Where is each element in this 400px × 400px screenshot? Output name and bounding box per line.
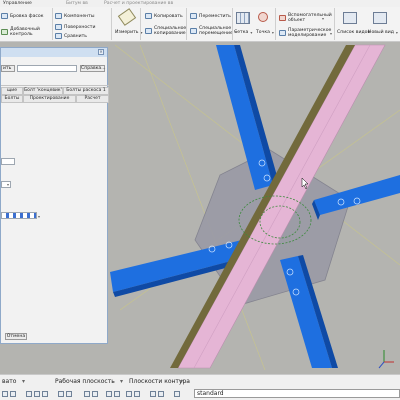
special-move-button[interactable]: Специальное перемещение ▾ — [190, 26, 237, 36]
snap-point-icon[interactable] — [26, 391, 32, 397]
chevron-down-icon[interactable]: ▾ — [120, 378, 123, 385]
tab-bolts[interactable]: Болты — [1, 95, 23, 103]
tab-brace-bolts[interactable]: Болты раскоса 1 — [63, 87, 109, 95]
ribbon-separator — [334, 8, 335, 40]
chamfer-icon — [1, 13, 8, 19]
snap-point-icon[interactable] — [174, 391, 180, 397]
grid-icon — [236, 12, 250, 24]
status-bar: вато ▾ Рабочая плоскость ▾ Плоскости кон… — [0, 374, 400, 400]
copy-button[interactable]: Копировать — [145, 13, 183, 19]
snap-point-icon[interactable] — [42, 391, 48, 397]
apply-button[interactable]: ить — [1, 65, 15, 72]
snap-point-icon[interactable] — [66, 391, 72, 397]
tab-calculation[interactable]: Расчет — [76, 95, 109, 103]
snap-point-icon[interactable] — [126, 391, 132, 397]
snap-mode-label: вато — [2, 378, 17, 385]
tab-design[interactable]: Проектирование — [23, 95, 76, 103]
chevron-down-icon[interactable]: ▾ — [180, 378, 183, 385]
close-icon[interactable]: ✕ — [98, 49, 104, 55]
chevron-down-icon: ▾ — [6, 182, 9, 187]
connection-dialog: ✕ ить Справка... щие Болт 'концевик' Бол… — [0, 47, 109, 344]
snap-toggle-icon[interactable] — [10, 391, 16, 397]
helper-object-button[interactable]: Вспомогательный объект ▾ — [279, 13, 332, 23]
ruler-icon — [117, 8, 137, 26]
compare-icon — [55, 33, 62, 39]
new-view-button[interactable]: Новый вид ▾ — [368, 30, 398, 35]
ribbon-separator — [186, 8, 187, 40]
tab-bitum[interactable]: Битум вв — [66, 1, 88, 6]
point-icon — [258, 12, 268, 22]
chevron-down-icon: ▾ — [395, 30, 398, 35]
ribbon-separator — [232, 8, 233, 40]
view-list-icon — [343, 12, 357, 24]
profile-combo[interactable]: standard — [194, 389, 400, 398]
snap-point-icon[interactable] — [150, 391, 156, 397]
snap-point-icon[interactable] — [158, 391, 164, 397]
dialog-title-bar[interactable]: ✕ — [1, 48, 107, 57]
snap-point-icon[interactable] — [114, 391, 120, 397]
parametric-modeling-button[interactable]: Параметрическое моделирование ▾ — [279, 28, 332, 38]
snap-point-icon[interactable] — [92, 391, 98, 397]
grid-button[interactable]: Сетка ▾ — [234, 30, 252, 35]
snap-point-icon[interactable] — [58, 391, 64, 397]
helper-object-icon — [279, 15, 286, 21]
ribbon-separator — [275, 8, 276, 40]
parametric-icon — [279, 30, 286, 36]
chevron-down-icon[interactable]: ▾ — [22, 378, 25, 385]
add-control-button[interactable]: Добавочный контроль — [1, 27, 50, 37]
chevron-down-icon[interactable]: ▾ — [38, 214, 40, 219]
ribbon-separator — [52, 8, 53, 40]
snap-point-icon[interactable] — [134, 391, 140, 397]
work-plane-label[interactable]: Рабочая плоскость — [55, 378, 115, 385]
help-button[interactable]: Справка... — [80, 65, 106, 72]
components-button[interactable]: Компоненты — [55, 13, 95, 19]
ribbon-separator — [111, 8, 112, 40]
snap-point-icon[interactable] — [34, 391, 40, 397]
surfaces-button[interactable]: Поверхности — [55, 24, 95, 30]
dialog-divider — [1, 85, 109, 86]
chevron-down-icon: ▾ — [271, 30, 274, 35]
chevron-down-icon: ▾ — [330, 30, 333, 36]
bolt-pattern-selector[interactable] — [1, 212, 37, 219]
special-copy-button[interactable]: Специальное копирование▾ — [145, 26, 192, 36]
snap-toggle-icon[interactable] — [2, 391, 8, 397]
ribbon-tabs: Управление Битум вв Расчет и проектирова… — [0, 0, 400, 7]
preset-input[interactable] — [17, 65, 77, 72]
point-button[interactable]: Точка ▾ — [256, 30, 274, 35]
move-button[interactable]: Переместить — [190, 13, 231, 19]
components-icon — [55, 13, 62, 19]
snap-point-icon[interactable] — [84, 391, 90, 397]
chevron-down-icon: ▾ — [250, 30, 253, 35]
tab-end-bolt[interactable]: Болт 'концевик' — [23, 87, 63, 95]
control-icon — [1, 29, 8, 35]
tab-management[interactable]: Управление — [3, 1, 32, 6]
new-view-icon — [373, 12, 387, 24]
tab-general[interactable]: щие — [1, 87, 23, 95]
ribbon-toolbar: Управление Битум вв Расчет и проектирова… — [0, 0, 400, 42]
surfaces-icon — [55, 24, 62, 30]
ribbon-separator — [140, 8, 141, 40]
parameter-dropdown[interactable]: ▾ — [1, 181, 11, 188]
special-move-icon — [190, 28, 197, 34]
chamfer-edge-button[interactable]: Бровка фасок — [1, 13, 44, 19]
tab-calculation[interactable]: Расчет и проектирование вв — [104, 1, 173, 6]
measure-button[interactable]: Измерить ▾ — [115, 30, 142, 35]
move-icon — [190, 13, 197, 19]
copy-icon — [145, 13, 152, 19]
special-copy-icon — [145, 28, 152, 34]
chevron-down-icon: ▾ — [322, 15, 325, 21]
parameter-input[interactable] — [1, 158, 15, 165]
snap-point-icon[interactable] — [106, 391, 112, 397]
view-list-button[interactable]: Список видов — [337, 30, 370, 35]
cancel-button[interactable]: Отмена — [5, 333, 27, 340]
compare-button[interactable]: Сравнить — [55, 33, 87, 39]
